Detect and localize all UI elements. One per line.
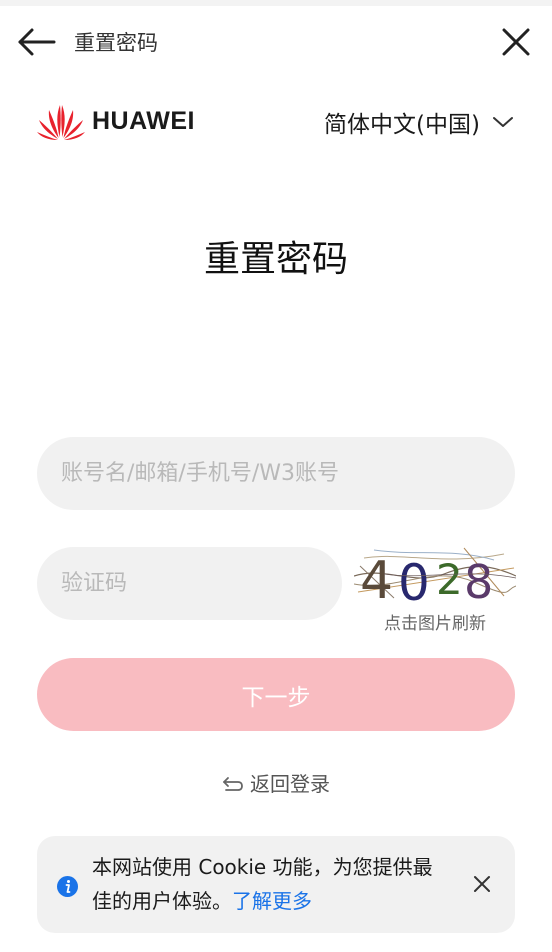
close-button[interactable] — [500, 26, 532, 58]
brand: HUAWEI — [36, 100, 195, 142]
back-button[interactable] — [16, 24, 58, 60]
captcha-char: 8 — [464, 555, 493, 604]
cookie-close-button[interactable] — [471, 873, 493, 895]
close-icon — [474, 876, 490, 892]
captcha-char: 0 — [398, 554, 430, 604]
captcha-char: 4 — [360, 551, 393, 604]
cookie-notice-text: 本网站使用 Cookie 功能，为您提供最佳的用户体验。了解更多 — [92, 850, 442, 918]
brand-name: HUAWEI — [92, 106, 195, 135]
arrow-left-icon — [18, 28, 56, 56]
language-label: 简体中文(中国) — [324, 112, 480, 138]
verification-code-input[interactable] — [37, 547, 342, 620]
info-icon — [57, 876, 78, 897]
learn-more-link[interactable]: 了解更多 — [232, 889, 312, 913]
return-arrow-icon — [223, 776, 243, 791]
chevron-down-icon — [493, 117, 513, 127]
close-icon — [502, 28, 530, 56]
captcha-image[interactable]: 4 0 2 8 — [354, 546, 516, 604]
top-bar: 重置密码 — [0, 6, 552, 80]
topbar-title: 重置密码 — [74, 31, 158, 55]
captcha-char: 2 — [436, 555, 463, 604]
huawei-flower-logo — [37, 105, 85, 140]
next-step-button[interactable]: 下一步 — [37, 658, 515, 731]
cookie-notice: 本网站使用 Cookie 功能，为您提供最佳的用户体验。了解更多 — [37, 836, 515, 933]
language-selector[interactable]: 简体中文(中国) — [324, 104, 514, 140]
back-to-login-link[interactable]: 返回登录 — [0, 768, 552, 797]
back-to-login-label: 返回登录 — [250, 772, 330, 796]
captcha-refresh-hint[interactable]: 点击图片刷新 — [354, 609, 516, 634]
account-input[interactable] — [37, 437, 515, 510]
page-title: 重置密码 — [203, 239, 348, 280]
